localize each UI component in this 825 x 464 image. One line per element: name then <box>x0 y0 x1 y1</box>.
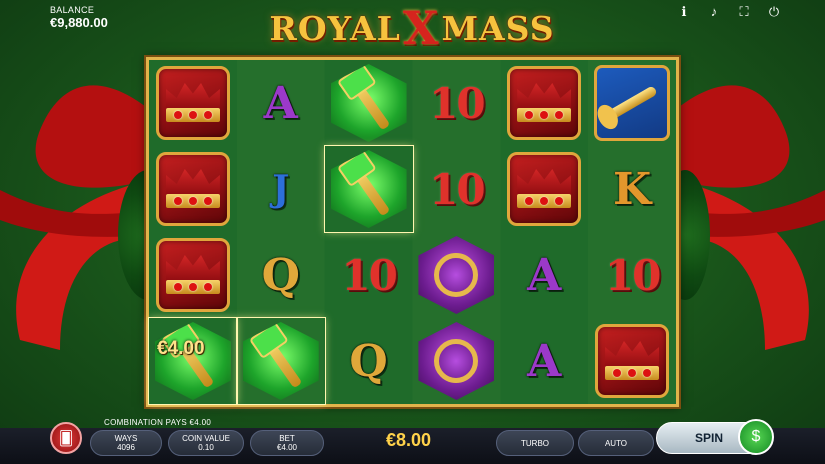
cards-icon: 🂠 <box>58 429 74 446</box>
letter-q-symbol: Q <box>349 335 388 387</box>
balance-value: €9,880.00 <box>50 14 108 30</box>
reel-cell <box>149 146 237 232</box>
letter-a-symbol: A <box>263 77 298 129</box>
reel-cell <box>500 60 588 146</box>
bet-value: €4.00 <box>276 443 298 453</box>
logo-text-royal: ROYAL <box>269 8 401 48</box>
letter-j-symbol: J <box>272 168 290 210</box>
letter-a-symbol: A <box>527 249 562 301</box>
ways-display: WAYS 4096 <box>90 430 162 456</box>
power-icon[interactable]: ⏻ <box>767 4 781 20</box>
auto-label: AUTO <box>604 439 628 448</box>
ways-label: WAYS <box>114 434 138 443</box>
top-toolbar: ℹ ♪ ⛶ ⏻ <box>677 4 781 20</box>
reel-cell: €4.00 <box>148 317 238 405</box>
letter-q-symbol: Q <box>261 249 300 301</box>
reel-cell <box>149 232 237 318</box>
reel-cell <box>149 60 237 146</box>
turbo-button[interactable]: TURBO <box>496 430 574 456</box>
scepter-wild-symbol <box>154 322 232 400</box>
crown-symbol <box>505 151 583 227</box>
logo-text-mass: MASS <box>441 8 555 48</box>
crown-symbol <box>154 151 232 227</box>
fullscreen-icon[interactable]: ⛶ <box>737 4 751 20</box>
win-amount-label: €4.00 <box>157 338 205 359</box>
ten-symbol: 10 <box>429 164 485 214</box>
reel-cell: 10 <box>588 232 676 318</box>
logo-text-x: X <box>402 1 440 55</box>
reel-cell <box>413 232 501 318</box>
reel-cell: A <box>500 232 588 318</box>
scepter-wild-symbol <box>242 322 320 400</box>
coin-value-value: 0.10 <box>198 443 214 453</box>
game-logo: ROYAL X MASS <box>259 1 565 55</box>
bet-button[interactable]: BET €4.00 <box>250 430 324 456</box>
spin-money-icon[interactable]: $ <box>738 419 774 455</box>
auto-button[interactable]: AUTO <box>578 430 654 456</box>
reel-cell <box>413 318 501 404</box>
bet-label: BET <box>279 434 295 443</box>
reel-cell: 10 <box>413 146 501 232</box>
ten-symbol: 10 <box>604 250 661 300</box>
reel-cell <box>588 318 676 404</box>
letter-a-symbol: A <box>527 335 562 387</box>
total-win-display: €8.00 <box>386 430 432 450</box>
reel-cell <box>235 317 326 405</box>
reel-cell <box>325 60 413 146</box>
trumpet-symbol <box>593 65 671 141</box>
reel-cell <box>323 145 414 233</box>
balance-display: BALANCE €9,880.00 <box>50 5 108 30</box>
reel-cell: K <box>588 146 676 232</box>
reel-grid: A 10 J 10 K Q 10 A 10 €4.00 Q A <box>146 57 679 407</box>
reel-cell: Q <box>325 318 413 404</box>
crown-symbol <box>154 65 232 141</box>
crown-symbol <box>505 65 583 141</box>
ring-symbol <box>417 322 495 400</box>
coin-value-button[interactable]: COIN VALUE 0.10 <box>168 430 244 456</box>
reel-cell: A <box>237 60 325 146</box>
reel-cell: A <box>500 318 588 404</box>
ten-symbol: 10 <box>341 250 397 300</box>
reel-cell: 10 <box>413 60 501 146</box>
info-icon[interactable]: ℹ <box>677 4 691 20</box>
coin-value-label: COIN VALUE <box>182 434 230 443</box>
combination-pays-text: COMBINATION PAYS €4.00 <box>104 418 212 427</box>
reel-cell <box>588 60 676 146</box>
crown-symbol <box>593 323 671 399</box>
letter-k-symbol: K <box>612 163 652 215</box>
crown-symbol <box>154 237 232 313</box>
reel-cell: J <box>237 146 325 232</box>
spin-label: SPIN <box>695 431 724 445</box>
ring-symbol <box>417 236 495 314</box>
turbo-label: TURBO <box>521 439 549 448</box>
menu-button[interactable]: 🂠 <box>50 422 82 454</box>
reel-cell: Q <box>237 232 325 318</box>
ways-value: 4096 <box>117 443 135 453</box>
scepter-wild-symbol <box>330 64 408 142</box>
reel-cell <box>500 146 588 232</box>
reel-cell: 10 <box>325 232 413 318</box>
sound-icon[interactable]: ♪ <box>707 4 721 20</box>
ten-symbol: 10 <box>429 78 485 128</box>
scepter-wild-symbol <box>330 150 408 228</box>
